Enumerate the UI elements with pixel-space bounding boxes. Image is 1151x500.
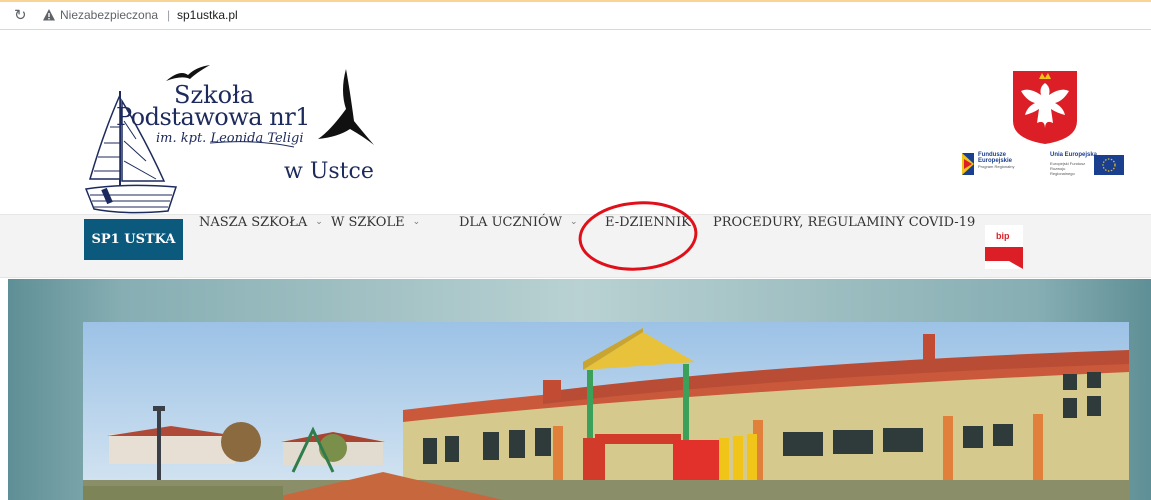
nav-item-sp1-ustka[interactable]: SP1 USTKA	[84, 219, 183, 260]
nav-item-label: NASZA SZKOŁA	[199, 215, 308, 230]
site-header: Szkoła Podstawowa nr1 im. kpt. Leonida T…	[0, 31, 1151, 214]
nav-item-label: W SZKOLE	[331, 215, 405, 230]
nav-item-nasza-szkola[interactable]: NASZA SZKOŁA ⌄	[199, 215, 323, 279]
main-navigation: SP1 USTKA NASZA SZKOŁA ⌄ W SZKOLE ⌄ DLA UC…	[0, 214, 1151, 278]
chevron-down-icon: ⌄	[315, 217, 323, 227]
warning-icon[interactable]	[42, 8, 56, 22]
school-building-photo	[83, 322, 1129, 500]
tab-strip-edge	[0, 0, 1151, 2]
logo-title-line2: Podstawowa nr1	[116, 103, 310, 131]
eu-funds-logos: Fundusze Europejskie Program Regionalny …	[958, 149, 1124, 179]
school-logo[interactable]: Szkoła Podstawowa nr1 im. kpt. Leonida T…	[84, 61, 404, 221]
eu-program-label: Program Regionalny	[978, 164, 1015, 169]
security-status[interactable]: Niezabezpieczona	[60, 7, 158, 23]
bip-logo[interactable]: bip	[985, 225, 1023, 269]
url-text[interactable]: sp1ustka.pl	[177, 7, 238, 23]
polish-eagle-emblem-icon	[1013, 71, 1077, 144]
eu-fund-label: Europejski Fundusz Rozwoju Regionalnego	[1050, 161, 1086, 176]
address-bar: ↻ Niezabezpieczona | sp1ustka.pl	[0, 0, 1151, 30]
nav-item-label: DLA UCZNIÓW	[459, 215, 563, 230]
chevron-down-icon: ⌄	[412, 217, 421, 227]
school-photo-illustration	[83, 322, 1129, 500]
nav-item-label: PROCEDURY, REGULAMINY COVID-19	[713, 215, 976, 230]
nav-item-procedury-covid[interactable]: PROCEDURY, REGULAMINY COVID-19	[713, 215, 975, 279]
nav-item-w-szkole[interactable]: W SZKOLE ⌄	[331, 215, 420, 279]
nav-item-dla-uczniow[interactable]: DLA UCZNIÓW ⌄	[459, 215, 578, 279]
bip-label: bip	[996, 231, 1010, 241]
red-annotation-circle	[578, 201, 698, 271]
eu-funds-title: Fundusze Europejskie	[978, 152, 1013, 164]
logo-patron: im. kpt. Leonida Teligi	[156, 131, 304, 146]
reload-icon[interactable]: ↻	[14, 7, 30, 23]
logo-town: w Ustce	[284, 159, 374, 184]
eu-union-title: Unia Europejska	[1050, 152, 1098, 158]
url-separator: |	[167, 8, 171, 22]
